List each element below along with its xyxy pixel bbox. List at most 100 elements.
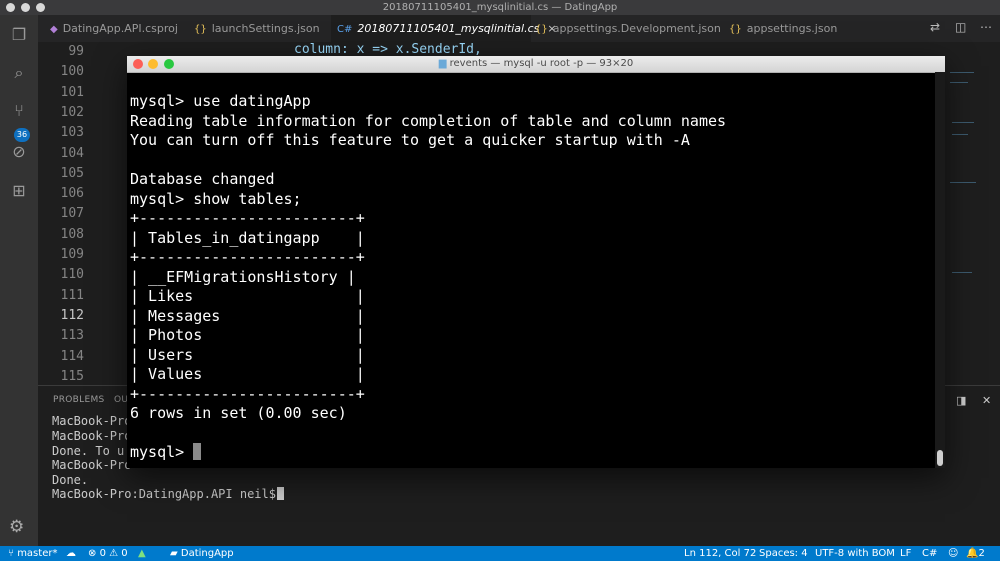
tab-mysqlinitial[interactable]: C# 20180711105401_mysqlinitial.cs × bbox=[331, 15, 557, 42]
language-mode[interactable]: C# bbox=[922, 546, 937, 561]
sync-icon[interactable]: ☁ bbox=[66, 546, 76, 561]
line-number: 105 bbox=[60, 165, 84, 181]
terminal-titlebar: ▆ revents — mysql -u root -p — 93×20 bbox=[127, 56, 945, 73]
extensions-icon[interactable]: ⊞ bbox=[9, 181, 29, 201]
zoom-window-button[interactable] bbox=[36, 3, 45, 12]
line-number: 112 bbox=[60, 307, 84, 323]
activity-bar: ❐ ⌕ ⑂ 36 ⊘ ⊞ bbox=[0, 15, 38, 546]
close-window-button[interactable] bbox=[6, 3, 15, 12]
terminal-line: mysql> show tables; bbox=[130, 189, 302, 208]
project-indicator[interactable]: ▰ DatingApp bbox=[170, 546, 234, 561]
problems-status[interactable]: ⊗ 0 ⚠ 0 bbox=[88, 546, 128, 561]
json-icon: {} bbox=[729, 24, 742, 35]
open-changes-icon[interactable]: ⇄ bbox=[930, 20, 940, 34]
status-bar: ⑂ master* ☁ ⊗ 0 ⚠ 0 ▲ ▰ DatingApp Ln 112… bbox=[0, 546, 1000, 561]
line-number: 111 bbox=[60, 287, 84, 303]
source-control-icon[interactable]: ⑂ bbox=[9, 101, 29, 121]
line-ending[interactable]: LF bbox=[900, 546, 911, 561]
run-icon[interactable]: ▲ bbox=[138, 546, 146, 561]
terminal-prompt-text: mysql> bbox=[130, 443, 194, 461]
panel-terminal-line: Done. To u bbox=[52, 444, 125, 458]
git-branch[interactable]: ⑂ master* bbox=[8, 546, 57, 561]
more-actions-icon[interactable]: ⋯ bbox=[980, 20, 992, 34]
line-number: 109 bbox=[60, 247, 84, 262]
terminal-scrollbar[interactable] bbox=[935, 72, 945, 468]
line-number: 114 bbox=[60, 348, 84, 364]
panel-terminal-line: MacBook-Pro bbox=[52, 458, 132, 472]
line-number: 113 bbox=[60, 328, 84, 344]
notifications[interactable]: 🔔2 bbox=[966, 546, 985, 561]
line-number: 99 bbox=[68, 44, 84, 59]
warning-icon: ⚠ bbox=[105, 548, 122, 559]
terminal-line: | Photos | bbox=[130, 326, 365, 344]
terminal-window[interactable]: ▆ revents — mysql -u root -p — 93×20 mys… bbox=[127, 56, 945, 468]
csproj-icon: ◆ bbox=[50, 24, 58, 35]
terminal-line: | __EFMigrationsHistory | bbox=[130, 267, 356, 286]
line-number: 101 bbox=[60, 84, 84, 100]
indentation[interactable]: Spaces: 4 bbox=[759, 546, 808, 561]
minimize-window-button[interactable] bbox=[21, 3, 30, 12]
tab-launchsettings[interactable]: {} launchSettings.json bbox=[188, 15, 336, 42]
editor-tabs: ◆ DatingApp.API.csproj {} launchSettings.j… bbox=[38, 15, 1000, 42]
terminal-line: | Messages | bbox=[130, 306, 365, 325]
terminal-output: mysql> use datingApp Reading table inform… bbox=[130, 92, 726, 463]
feedback-icon[interactable]: ☺ bbox=[948, 546, 958, 561]
terminal-line: mysql> use datingApp bbox=[130, 92, 311, 110]
search-icon[interactable]: ⌕ bbox=[9, 63, 29, 83]
terminal-line: | Users | bbox=[130, 345, 365, 364]
maximize-panel-icon[interactable]: ◨ bbox=[956, 394, 966, 407]
panel-terminal-prompt[interactable]: MacBook-Pro:DatingApp.API neil$ bbox=[52, 487, 283, 501]
terminal-prompt[interactable]: mysql> bbox=[130, 443, 726, 463]
terminal-scroll-thumb[interactable] bbox=[937, 450, 943, 466]
line-number: 104 bbox=[60, 145, 84, 161]
terminal-line: Reading table information for completion… bbox=[130, 111, 727, 130]
scm-badge: 36 bbox=[14, 128, 30, 142]
debug-icon[interactable]: ⊘ bbox=[9, 142, 29, 162]
terminal-title: revents — mysql -u root -p — 93×20 bbox=[449, 58, 634, 69]
line-number: 110 bbox=[60, 267, 84, 283]
terminal-line: | Likes | bbox=[130, 287, 365, 305]
cursor-position[interactable]: Ln 112, Col 72 bbox=[684, 546, 756, 561]
line-number: 102 bbox=[60, 104, 84, 120]
explorer-icon[interactable]: ❐ bbox=[9, 25, 29, 45]
line-number: 103 bbox=[60, 125, 84, 141]
panel-terminal-cursor bbox=[277, 487, 284, 500]
line-number: 100 bbox=[60, 64, 84, 80]
terminal-close-button[interactable] bbox=[133, 59, 143, 69]
terminal-line: | Values | bbox=[130, 365, 365, 383]
tab-problems[interactable]: PROBLEMS bbox=[53, 395, 105, 405]
window-title: 20180711105401_mysqlinitial.cs — DatingA… bbox=[382, 2, 618, 13]
tab-appsettings-development[interactable]: {} appsettings.Development.json bbox=[529, 15, 725, 42]
json-icon: {} bbox=[194, 24, 207, 35]
folder-icon: ▰ bbox=[170, 548, 181, 559]
encoding[interactable]: UTF-8 with BOM bbox=[815, 546, 895, 561]
error-icon: ⊗ bbox=[88, 548, 100, 559]
code-line: column: x => x.SenderId, bbox=[294, 42, 482, 57]
terminal-minimize-button[interactable] bbox=[148, 59, 158, 69]
split-editor-icon[interactable]: ◫ bbox=[955, 20, 966, 34]
terminal-line: Database changed bbox=[130, 170, 275, 188]
terminal-zoom-button[interactable] bbox=[164, 59, 174, 69]
line-number: 107 bbox=[60, 206, 84, 222]
line-number: 106 bbox=[60, 186, 84, 202]
bell-icon: 🔔 bbox=[966, 548, 979, 559]
json-icon: {} bbox=[535, 24, 548, 35]
panel-terminal-line: Done. bbox=[52, 473, 89, 487]
gear-icon[interactable]: ⚙ bbox=[9, 517, 24, 537]
terminal-line: You can turn off this feature to get a q… bbox=[130, 131, 690, 149]
line-number: 108 bbox=[60, 226, 84, 242]
panel-terminal-line: MacBook-Pro bbox=[52, 414, 132, 428]
terminal-line: +------------------------+ bbox=[130, 209, 365, 227]
window-titlebar: 20180711105401_mysqlinitial.cs — DatingA… bbox=[0, 0, 1000, 15]
terminal-line: 6 rows in set (0.00 sec) bbox=[130, 404, 347, 422]
csharp-icon: C# bbox=[337, 24, 353, 35]
terminal-line: | Tables_in_datingapp | bbox=[130, 228, 365, 247]
tab-appsettings[interactable]: {} appsettings.json bbox=[723, 15, 849, 42]
panel-terminal-line: MacBook-Pro bbox=[52, 429, 132, 443]
tab-csproj[interactable]: ◆ DatingApp.API.csproj bbox=[44, 15, 195, 42]
terminal-line: +------------------------+ bbox=[130, 384, 365, 403]
close-panel-icon[interactable]: ✕ bbox=[982, 394, 991, 407]
line-number: 115 bbox=[60, 368, 84, 384]
